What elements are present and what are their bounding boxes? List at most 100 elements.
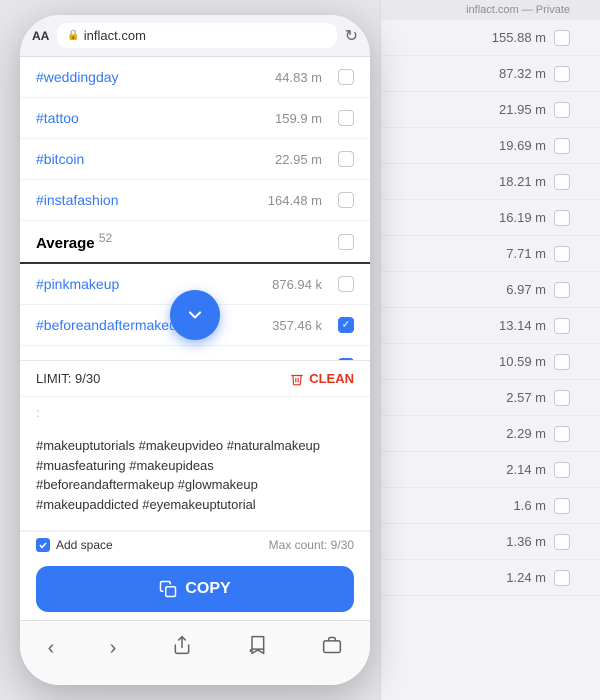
average-checkbox[interactable]: [338, 234, 354, 250]
hashtag-count: 357.46 k: [272, 318, 322, 333]
max-count-text: Max count: 9/30: [269, 538, 354, 552]
hashtag-link[interactable]: #weddingday: [36, 69, 119, 85]
refresh-icon[interactable]: ↻: [345, 26, 358, 46]
right-panel-value: 2.29 m: [506, 426, 546, 441]
right-panel-checkbox[interactable]: [554, 354, 570, 370]
hashtag-link[interactable]: #tattoo: [36, 110, 79, 126]
right-panel-value: 2.14 m: [506, 462, 546, 477]
right-panel-item: 155.88 m: [381, 20, 600, 56]
right-panel-checkbox[interactable]: [554, 498, 570, 514]
browser-bar: AA 🔒 inflact.com ↻: [20, 15, 370, 57]
hashtag-row: #glowmakeup 728.99 k: [20, 346, 370, 360]
bottom-panel-footer: Add space Max count: 9/30: [20, 531, 370, 558]
tabs-button[interactable]: [306, 631, 358, 665]
right-panel-checkbox[interactable]: [554, 102, 570, 118]
right-panel-value: 155.88 m: [492, 30, 546, 45]
right-panel-item: 10.59 m: [381, 344, 600, 380]
clean-button[interactable]: CLEAN: [290, 371, 354, 386]
hashtag-checkbox[interactable]: [338, 276, 354, 292]
chevron-down-button[interactable]: [170, 290, 220, 340]
right-panel: inflact.com — Private 155.88 m 87.32 m 2…: [380, 0, 600, 700]
right-panel-header: inflact.com — Private: [381, 0, 600, 20]
add-space-checkbox[interactable]: [36, 538, 50, 552]
add-space-text: Add space: [56, 538, 113, 552]
right-panel-value: 13.14 m: [499, 318, 546, 333]
hashtag-row: #tattoo 159.9 m: [20, 98, 370, 139]
hashtag-count: 159.9 m: [275, 111, 322, 126]
right-panel-item: 7.71 m: [381, 236, 600, 272]
right-panel-checkbox[interactable]: [554, 30, 570, 46]
right-panel-value: 6.97 m: [506, 282, 546, 297]
bookmarks-button[interactable]: [231, 631, 283, 665]
right-panel-item: 1.6 m: [381, 488, 600, 524]
browser-url-text: inflact.com: [84, 28, 146, 43]
right-panel-item: 2.57 m: [381, 380, 600, 416]
right-panel-value: 1.6 m: [513, 498, 546, 513]
share-button[interactable]: [156, 631, 208, 665]
right-panel-item: 6.97 m: [381, 272, 600, 308]
hashtag-checkbox[interactable]: [338, 151, 354, 167]
hashtag-count: 22.95 m: [275, 152, 322, 167]
right-panel-checkbox[interactable]: [554, 174, 570, 190]
hashtag-link[interactable]: #instafashion: [36, 192, 119, 208]
hashtag-count: 44.83 m: [275, 70, 322, 85]
right-panel-checkbox[interactable]: [554, 66, 570, 82]
phone-frame: AA 🔒 inflact.com ↻ #weddingday 44.83 m #…: [20, 15, 370, 685]
right-panel-value: 7.71 m: [506, 246, 546, 261]
average-label: Average 52: [36, 231, 112, 252]
right-panel-value: 18.21 m: [499, 174, 546, 189]
hashtag-checkbox[interactable]: [338, 192, 354, 208]
copy-button[interactable]: COPY: [36, 566, 354, 612]
bottom-nav: ‹ ›: [20, 620, 370, 685]
hashtag-link[interactable]: #bitcoin: [36, 151, 84, 167]
right-panel-checkbox[interactable]: [554, 570, 570, 586]
hashtag-row: #instafashion 164.48 m: [20, 180, 370, 221]
content-area: #weddingday 44.83 m #tattoo 159.9 m #bit…: [20, 57, 370, 360]
right-panel-item: 87.32 m: [381, 56, 600, 92]
hashtag-list-top: #weddingday 44.83 m #tattoo 159.9 m #bit…: [20, 57, 370, 221]
hashtag-row: #weddingday 44.83 m: [20, 57, 370, 98]
browser-aa-label: AA: [32, 29, 49, 43]
right-panel-checkbox[interactable]: [554, 426, 570, 442]
right-panel-url: inflact.com — Private: [466, 4, 570, 16]
right-panel-item: 19.69 m: [381, 128, 600, 164]
hashtag-count: 876.94 k: [272, 277, 322, 292]
right-panel-item: 1.24 m: [381, 560, 600, 596]
average-section: Average 52: [20, 221, 370, 264]
lock-icon: 🔒: [67, 30, 79, 41]
right-panel-value: 1.24 m: [506, 570, 546, 585]
copy-label: COPY: [185, 580, 230, 598]
right-panel-checkbox[interactable]: [554, 390, 570, 406]
right-panel-item: 16.19 m: [381, 200, 600, 236]
right-panel-checkbox[interactable]: [554, 318, 570, 334]
hashtag-count: 728.99 k: [272, 359, 322, 361]
browser-url-bar[interactable]: 🔒 inflact.com: [57, 23, 336, 48]
hashtag-checkbox[interactable]: [338, 110, 354, 126]
right-panel-item: 1.36 m: [381, 524, 600, 560]
right-panel-checkbox[interactable]: [554, 138, 570, 154]
right-panel-checkbox[interactable]: [554, 462, 570, 478]
forward-button[interactable]: ›: [94, 633, 133, 664]
right-panel-value: 19.69 m: [499, 138, 546, 153]
hashtag-link[interactable]: #pinkmakeup: [36, 276, 119, 292]
right-panel-checkbox[interactable]: [554, 534, 570, 550]
hashtag-checkbox[interactable]: [338, 317, 354, 333]
right-panel-checkbox[interactable]: [554, 282, 570, 298]
right-panel-checkbox[interactable]: [554, 246, 570, 262]
hashtag-count: 164.48 m: [268, 193, 322, 208]
clean-label: CLEAN: [309, 371, 354, 386]
right-panel-value: 16.19 m: [499, 210, 546, 225]
right-panel-item: 2.29 m: [381, 416, 600, 452]
right-panel-checkbox[interactable]: [554, 210, 570, 226]
hashtag-checkbox[interactable]: [338, 69, 354, 85]
right-panel-value: 87.32 m: [499, 66, 546, 81]
back-button[interactable]: ‹: [32, 633, 71, 664]
limit-text: LIMIT: 9/30: [36, 371, 100, 386]
right-panel-item: 18.21 m: [381, 164, 600, 200]
add-space-label[interactable]: Add space: [36, 538, 113, 552]
bottom-panel-header: LIMIT: 9/30 CLEAN: [20, 361, 370, 397]
hashtag-link[interactable]: #glowmakeup: [36, 358, 122, 360]
hashtag-checkbox[interactable]: [338, 358, 354, 360]
hashtag-textarea[interactable]: #makeuptutorials #makeupvideo #naturalma…: [20, 424, 370, 526]
hashtag-link[interactable]: #beforeandaftermakeup: [36, 317, 185, 333]
